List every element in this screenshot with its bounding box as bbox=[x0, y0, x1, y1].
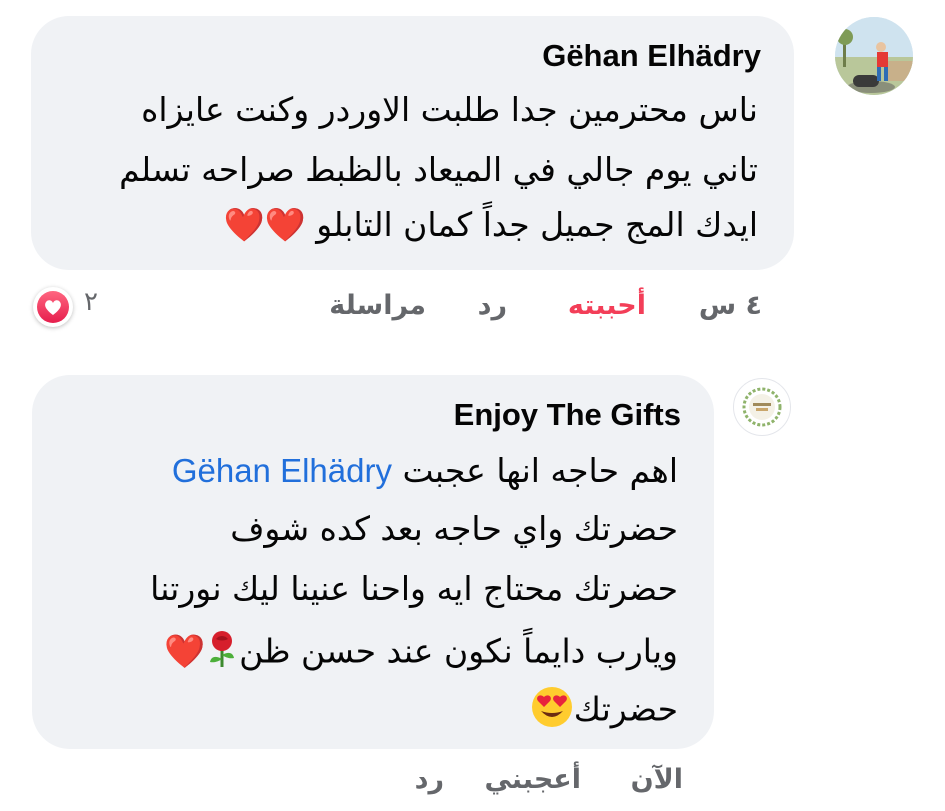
comment-bubble[interactable]: Gëhan Elhädry ناس محترمين جدا طلبت الاور… bbox=[31, 16, 794, 270]
comment-text-line: ويارب دايماً نكون عند حسن ظن ❤️ bbox=[164, 629, 678, 677]
enjoy-the-gifts-logo-icon bbox=[736, 381, 788, 433]
heart-eyes-emoji-icon bbox=[530, 685, 574, 737]
comment-text-line: تاني يوم جالي في الميعاد بالظبط صراحه تس… bbox=[119, 150, 758, 189]
comment-text-line: حضرتك واي حاجه بعد كده شوف bbox=[230, 509, 678, 548]
like-button[interactable]: أعجبني bbox=[484, 764, 581, 795]
comment-text: ايدك المج جميل جداً كمان التابلو bbox=[316, 205, 758, 244]
comment-text-line: حضرتك bbox=[530, 685, 678, 737]
like-button[interactable]: أحببته bbox=[568, 290, 646, 321]
reaction-count[interactable]: ٢ bbox=[84, 287, 98, 317]
comment-text-line: حضرتك محتاج ايه واحنا عنينا ليك نورتنا bbox=[150, 569, 678, 608]
comment-timestamp[interactable]: ٤ س bbox=[699, 290, 762, 321]
comment-text: اهم حاجه انها عجبت bbox=[402, 451, 678, 490]
mention-link[interactable]: Gëhan Elhädry bbox=[172, 452, 392, 489]
message-button[interactable]: مراسلة bbox=[329, 290, 426, 321]
author-avatar-enjoy-the-gifts[interactable] bbox=[733, 378, 791, 436]
comment-author[interactable]: Enjoy The Gifts bbox=[454, 397, 681, 433]
comment-text: حضرتك bbox=[573, 689, 678, 729]
comment-text-line: ناس محترمين جدا طلبت الاوردر وكنت عايزاه bbox=[141, 90, 758, 129]
comment-text-line: اهم حاجه انها عجبت Gëhan Elhädry bbox=[172, 451, 678, 490]
comment-text: ويارب دايماً نكون عند حسن ظن bbox=[239, 631, 678, 671]
comment-text-line: ايدك المج جميل جداً كمان التابلو ❤️❤️ bbox=[224, 205, 758, 245]
comment-bubble[interactable]: Enjoy The Gifts اهم حاجه انها عجبت Gëhan… bbox=[32, 375, 714, 749]
red-heart-emoji-icon: ❤️❤️ bbox=[223, 205, 306, 244]
author-avatar-gehan[interactable] bbox=[835, 17, 913, 95]
love-reaction-icon[interactable] bbox=[33, 287, 73, 327]
avatar-photo-icon bbox=[835, 17, 913, 95]
reply-button[interactable]: رد bbox=[415, 764, 444, 795]
comment-timestamp[interactable]: الآن bbox=[631, 764, 683, 795]
rose-emoji-icon bbox=[205, 629, 239, 677]
red-heart-emoji-icon: ❤️ bbox=[164, 631, 206, 671]
comment-author[interactable]: Gëhan Elhädry bbox=[542, 38, 761, 74]
reply-button[interactable]: رد bbox=[478, 290, 507, 321]
